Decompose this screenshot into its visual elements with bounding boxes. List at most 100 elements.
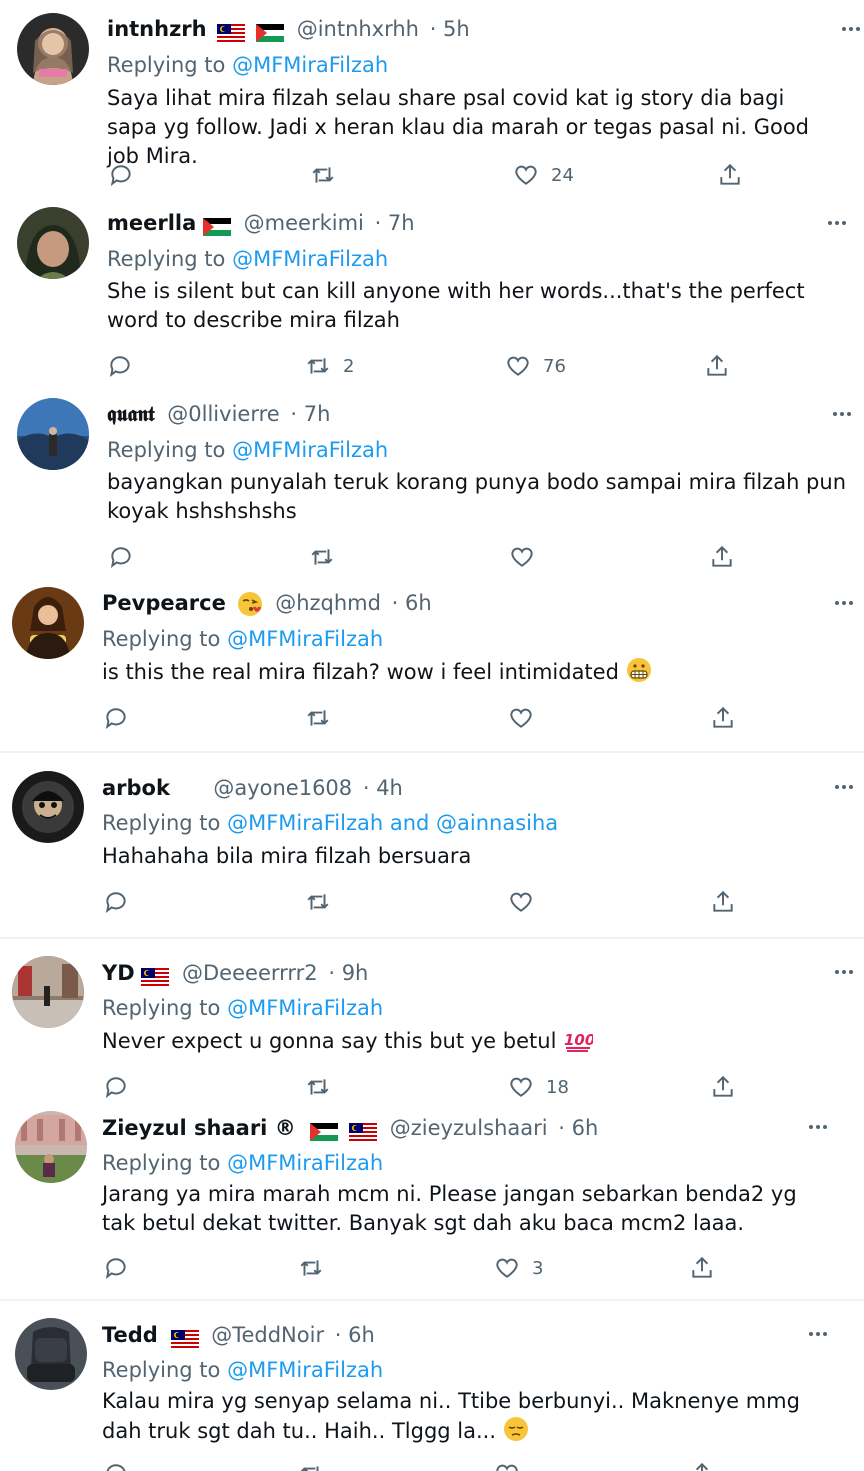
reply-button[interactable] bbox=[108, 162, 134, 188]
share-button[interactable] bbox=[689, 1255, 715, 1281]
mention-link[interactable]: @MFMiraFilzah bbox=[227, 996, 383, 1020]
retweet-count: 2 bbox=[343, 355, 355, 377]
like-button[interactable] bbox=[509, 544, 535, 570]
avatar[interactable] bbox=[17, 398, 89, 470]
tweet[interactable]: Pevpearce @hzqhmd · 6h Replying to @MFMi… bbox=[0, 580, 864, 751]
more-icon[interactable] bbox=[803, 1324, 833, 1344]
avatar[interactable] bbox=[12, 587, 84, 659]
tweet[interactable]: YD @Deeeerrrr2 · 9h Replying to @MFMiraF… bbox=[0, 939, 864, 1099]
reply-button[interactable] bbox=[103, 705, 129, 731]
share-button[interactable] bbox=[704, 353, 730, 379]
retweet-button[interactable]: 2 bbox=[305, 353, 354, 379]
tweet[interactable]: intnhzrh @intnhxrhh · 5h Replying to @MF… bbox=[0, 0, 864, 200]
reply-button[interactable] bbox=[107, 353, 133, 379]
timestamp[interactable]: · 5h bbox=[430, 17, 470, 41]
mention-link[interactable]: @MFMiraFilzah bbox=[232, 53, 388, 77]
avatar[interactable] bbox=[12, 956, 84, 1028]
mention-link[interactable]: @MFMiraFilzah and @ainnasiha bbox=[227, 811, 558, 835]
share-button[interactable] bbox=[710, 705, 736, 731]
retweet-button[interactable] bbox=[305, 705, 331, 731]
like-button[interactable] bbox=[494, 1461, 520, 1471]
avatar[interactable] bbox=[17, 13, 89, 85]
replying-to: Replying to @MFMiraFilzah bbox=[107, 51, 388, 79]
more-icon[interactable] bbox=[836, 19, 864, 39]
share-button[interactable] bbox=[717, 162, 743, 188]
share-button[interactable] bbox=[709, 544, 735, 570]
tweet[interactable]: 𝖖𝖚𝖆𝖓𝖙 @0llivierre · 7h Replying to @MFMi… bbox=[0, 390, 864, 580]
share-icon bbox=[713, 1075, 733, 1097]
mention-link[interactable]: @MFMiraFilzah bbox=[227, 1151, 383, 1175]
tweet[interactable]: arbok @ayone1608 · 4h Replying to @MFMir… bbox=[0, 753, 864, 937]
like-button[interactable]: 18 bbox=[508, 1074, 569, 1100]
mention-link[interactable]: @MFMiraFilzah bbox=[227, 1358, 383, 1382]
more-icon[interactable] bbox=[829, 777, 859, 797]
display-name[interactable]: intnhzrh bbox=[107, 17, 207, 41]
timestamp[interactable]: · 7h bbox=[290, 402, 330, 426]
heart-icon bbox=[510, 708, 532, 728]
more-icon[interactable] bbox=[829, 593, 859, 613]
retweet-button[interactable] bbox=[305, 1074, 331, 1100]
replying-to: Replying to @MFMiraFilzah bbox=[102, 1356, 383, 1384]
user-handle[interactable]: @ayone1608 bbox=[213, 776, 352, 800]
tweet-header: Zieyzul shaari ® @zieyzulshaari · 6h bbox=[102, 1114, 598, 1142]
like-button[interactable]: 3 bbox=[494, 1255, 543, 1281]
more-icon[interactable] bbox=[803, 1117, 833, 1137]
replying-label: Replying to bbox=[107, 53, 226, 77]
share-button[interactable] bbox=[689, 1461, 715, 1471]
reply-icon bbox=[106, 1464, 126, 1471]
reply-button[interactable] bbox=[103, 1255, 129, 1281]
timestamp[interactable]: · 7h bbox=[375, 211, 415, 235]
share-icon bbox=[692, 1256, 712, 1278]
user-handle[interactable]: @meerkimi bbox=[244, 211, 364, 235]
reply-button[interactable] bbox=[103, 889, 129, 915]
avatar[interactable] bbox=[12, 771, 84, 843]
retweet-icon bbox=[307, 1079, 329, 1095]
mention-link[interactable]: @MFMiraFilzah bbox=[232, 247, 388, 271]
avatar[interactable] bbox=[15, 1111, 87, 1183]
tweet-actions: 3 bbox=[102, 1255, 752, 1285]
timestamp[interactable]: · 9h bbox=[328, 961, 368, 985]
timestamp[interactable]: · 6h bbox=[392, 591, 432, 615]
retweet-button[interactable] bbox=[298, 1461, 324, 1471]
retweet-button[interactable] bbox=[309, 544, 335, 570]
user-handle[interactable]: @hzqhmd bbox=[275, 591, 381, 615]
retweet-button[interactable] bbox=[310, 162, 348, 188]
replying-to: Replying to @MFMiraFilzah bbox=[102, 994, 383, 1022]
more-icon[interactable] bbox=[822, 213, 852, 233]
display-name[interactable]: arbok bbox=[102, 776, 170, 800]
like-button[interactable]: 24 bbox=[513, 162, 574, 188]
retweet-button[interactable] bbox=[305, 889, 331, 915]
timestamp[interactable]: · 6h bbox=[558, 1116, 598, 1140]
retweet-button[interactable] bbox=[298, 1255, 324, 1281]
display-name[interactable]: 𝖖𝖚𝖆𝖓𝖙 bbox=[107, 401, 155, 426]
reply-button[interactable] bbox=[103, 1461, 129, 1471]
user-handle[interactable]: @TeddNoir bbox=[211, 1323, 324, 1347]
timestamp[interactable]: · 4h bbox=[363, 776, 403, 800]
display-name[interactable]: Tedd bbox=[102, 1323, 158, 1347]
user-handle[interactable]: @Deeeerrrr2 bbox=[182, 961, 318, 985]
like-button[interactable] bbox=[508, 705, 534, 731]
share-button[interactable] bbox=[710, 1074, 736, 1100]
avatar[interactable] bbox=[17, 207, 89, 279]
like-button[interactable] bbox=[508, 889, 534, 915]
share-button[interactable] bbox=[710, 889, 736, 915]
mention-link[interactable]: @MFMiraFilzah bbox=[227, 627, 383, 651]
tweet[interactable]: Tedd @TeddNoir · 6h Replying to @MFMiraF… bbox=[0, 1301, 864, 1471]
user-handle[interactable]: @zieyzulshaari bbox=[390, 1116, 548, 1140]
display-name[interactable]: YD bbox=[102, 961, 135, 985]
tweet[interactable]: meerlla @meerkimi · 7h Replying to @MFMi… bbox=[0, 200, 864, 390]
more-icon[interactable] bbox=[829, 962, 859, 982]
tweet[interactable]: Zieyzul shaari ® @zieyzulshaari · 6h Rep… bbox=[0, 1099, 864, 1299]
user-handle[interactable]: @intnhxrhh bbox=[297, 17, 419, 41]
reply-button[interactable] bbox=[108, 544, 134, 570]
avatar[interactable] bbox=[15, 1318, 87, 1390]
mention-link[interactable]: @MFMiraFilzah bbox=[232, 438, 388, 462]
reply-button[interactable] bbox=[103, 1074, 129, 1100]
more-icon[interactable] bbox=[827, 404, 857, 424]
user-handle[interactable]: @0llivierre bbox=[167, 402, 279, 426]
timestamp[interactable]: · 6h bbox=[335, 1323, 375, 1347]
display-name[interactable]: Pevpearce bbox=[102, 591, 226, 615]
like-button[interactable]: 76 bbox=[505, 353, 566, 379]
display-name[interactable]: Zieyzul shaari ® bbox=[102, 1116, 296, 1140]
display-name[interactable]: meerlla bbox=[107, 211, 196, 235]
